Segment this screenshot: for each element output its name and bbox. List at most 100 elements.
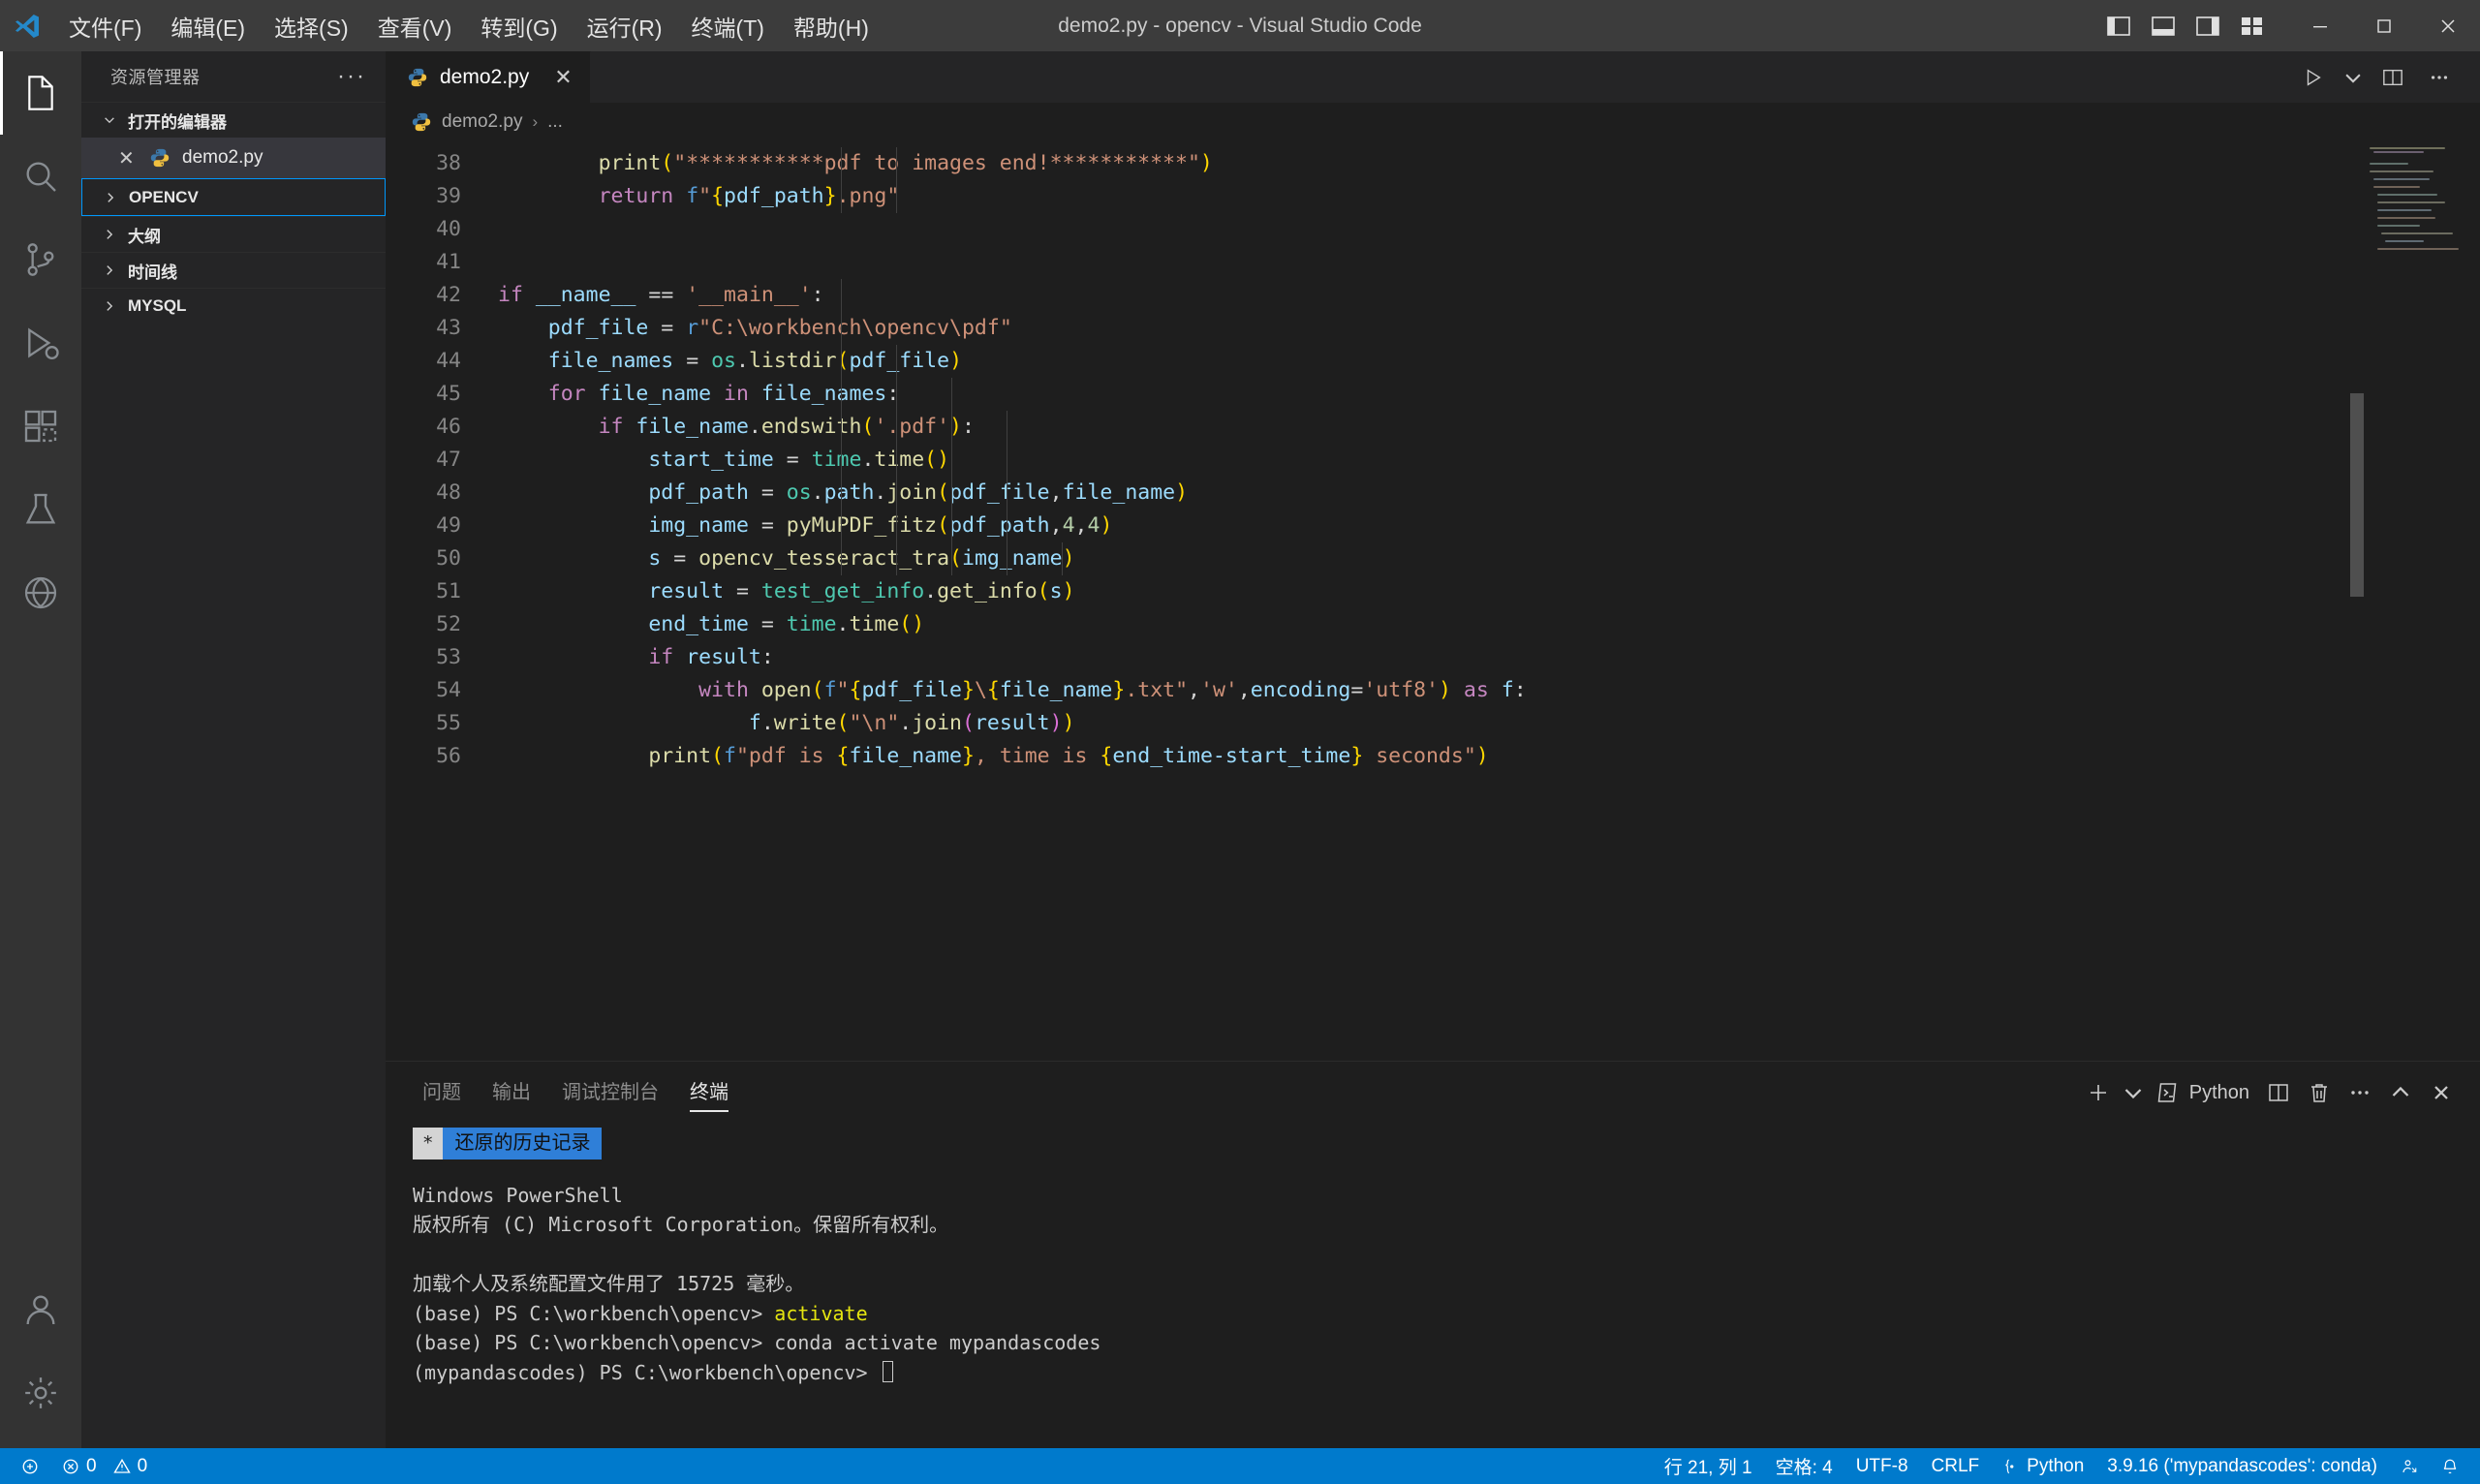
code-content[interactable]: 38 print("***********pdf to images end!*… xyxy=(386,141,2364,773)
menu-selection[interactable]: 选择(S) xyxy=(260,4,363,48)
restore-history-label[interactable]: 还原的历史记录 xyxy=(443,1128,603,1159)
more-actions-icon[interactable] xyxy=(2340,1073,2379,1112)
terminal-prompt: (mypandascodes) PS C:\workbench\opencv> xyxy=(413,1360,880,1384)
terminal-content[interactable]: * 还原的历史记录 Windows PowerShell 版权所有 (C) Mi… xyxy=(386,1112,2480,1448)
bottom-panel: 问题 输出 调试控制台 终端 Python * 还原的历史记录 Windows … xyxy=(386,1061,2480,1448)
vscode-window: 文件(F) 编辑(E) 选择(S) 查看(V) 转到(G) 运行(R) 终端(T… xyxy=(0,0,2480,1484)
indent-guide xyxy=(951,378,952,575)
sidebar-header: 资源管理器 ··· xyxy=(81,51,386,102)
activity-testing-beaker-icon[interactable] xyxy=(0,468,81,551)
sidebar-section-timeline[interactable]: 时间线 xyxy=(81,252,386,288)
panel-tab-output[interactable]: 输出 xyxy=(477,1076,546,1112)
menu-view[interactable]: 查看(V) xyxy=(363,4,467,48)
indent-guide xyxy=(1007,411,1008,575)
window-maximize-button[interactable] xyxy=(2352,0,2416,51)
sidebar-section-opencv[interactable]: OPENCV xyxy=(81,178,386,216)
panel-tab-problems[interactable]: 问题 xyxy=(407,1076,477,1112)
error-icon xyxy=(63,1459,78,1473)
code-editor[interactable]: 38 print("***********pdf to images end!*… xyxy=(386,141,2480,1061)
status-eol[interactable]: CRLF xyxy=(1920,1448,1992,1484)
toggle-panel-icon[interactable] xyxy=(2141,7,2186,46)
workbench-body: 资源管理器 ··· 打开的编辑器 ✕ demo2.py OPENCV 大纲 时间… xyxy=(0,51,2480,1448)
sidebar-more-actions-icon[interactable]: ··· xyxy=(337,63,366,90)
close-panel-icon[interactable] xyxy=(2422,1073,2461,1112)
minimap[interactable] xyxy=(2364,141,2480,1061)
trash-icon[interactable] xyxy=(2300,1073,2339,1112)
sidebar-section-outline[interactable]: 大纲 xyxy=(81,216,386,252)
status-problems[interactable]: 0 0 xyxy=(50,1448,159,1484)
sidebar-section-open-editors[interactable]: 打开的编辑器 xyxy=(81,102,386,138)
status-warning-count: 0 xyxy=(137,1455,148,1476)
status-python-interpreter[interactable]: 3.9.16 ('mypandascodes': conda) xyxy=(2095,1448,2389,1484)
breadcrumb-file[interactable]: demo2.py xyxy=(442,111,522,133)
close-icon[interactable]: ✕ xyxy=(118,146,138,170)
activity-run-debug-icon[interactable] xyxy=(0,301,81,385)
menu-bar: 文件(F) 编辑(E) 选择(S) 查看(V) 转到(G) 运行(R) 终端(T… xyxy=(54,4,884,48)
terminal-shell-selector[interactable]: Python xyxy=(2149,1073,2257,1112)
activity-explorer-icon[interactable] xyxy=(0,51,81,135)
tabs-filler xyxy=(590,51,2273,103)
activity-source-control-icon[interactable] xyxy=(0,218,81,301)
title-bar: 文件(F) 编辑(E) 选择(S) 查看(V) 转到(G) 运行(R) 终端(T… xyxy=(0,0,2480,51)
status-indentation[interactable]: 空格: 4 xyxy=(1764,1448,1844,1484)
menu-go[interactable]: 转到(G) xyxy=(466,4,572,48)
menu-edit[interactable]: 编辑(E) xyxy=(156,4,260,48)
activity-extensions-icon[interactable] xyxy=(0,385,81,468)
status-bar-right: 行 21, 列 1 空格: 4 UTF-8 CRLF Python 3.9.16… xyxy=(1653,1448,2480,1484)
title-bar-right xyxy=(2096,0,2480,51)
terminal-command: activate xyxy=(774,1301,868,1325)
terminal-line: 版权所有 (C) Microsoft Corporation。保留所有权利。 xyxy=(413,1213,949,1236)
sidebar-section-mysql[interactable]: MYSQL xyxy=(81,288,386,324)
new-terminal-icon[interactable] xyxy=(2079,1073,2118,1112)
split-terminal-icon[interactable] xyxy=(2259,1073,2298,1112)
restore-star-icon: * xyxy=(413,1128,444,1159)
maximize-panel-icon[interactable] xyxy=(2381,1073,2420,1112)
status-encoding[interactable]: UTF-8 xyxy=(1844,1448,1920,1484)
open-editor-label: demo2.py xyxy=(182,147,264,168)
editor-tabs-bar: demo2.py ✕ xyxy=(386,51,2480,103)
scrollbar-thumb[interactable] xyxy=(2350,393,2364,597)
menu-run[interactable]: 运行(R) xyxy=(573,4,677,48)
activity-bar-bottom xyxy=(0,1268,81,1448)
close-icon[interactable]: ✕ xyxy=(554,65,572,90)
more-actions-icon[interactable] xyxy=(2418,56,2461,99)
status-notifications-bell-icon[interactable] xyxy=(2430,1448,2470,1484)
toggle-primary-sidebar-icon[interactable] xyxy=(2096,7,2141,46)
window-close-button[interactable] xyxy=(2416,0,2480,51)
panel-tab-terminal[interactable]: 终端 xyxy=(674,1076,744,1112)
terminal-line-active-prompt[interactable]: (mypandascodes) PS C:\workbench\opencv> xyxy=(413,1358,2480,1388)
code-scroll-area[interactable]: 38 print("***********pdf to images end!*… xyxy=(386,141,2364,1061)
editor-tab-demo2[interactable]: demo2.py ✕ xyxy=(386,51,591,103)
status-language-mode[interactable]: Python xyxy=(1991,1448,2095,1484)
status-live-share[interactable] xyxy=(2389,1448,2430,1484)
run-python-file-icon[interactable] xyxy=(2292,56,2335,99)
python-icon xyxy=(149,147,170,169)
restore-history-chip[interactable]: * 还原的历史记录 xyxy=(413,1128,606,1159)
activity-chatgpt-icon[interactable] xyxy=(0,551,81,634)
customize-layout-icon[interactable] xyxy=(2230,7,2275,46)
menu-help[interactable]: 帮助(H) xyxy=(779,4,884,48)
breadcrumb-rest[interactable]: ... xyxy=(547,111,563,133)
activity-accounts-icon[interactable] xyxy=(0,1268,81,1351)
indent-guide xyxy=(841,147,842,213)
activity-search-icon[interactable] xyxy=(0,135,81,218)
terminal-shell-label: Python xyxy=(2188,1081,2249,1103)
status-cursor-position[interactable]: 行 21, 列 1 xyxy=(1653,1448,1764,1484)
python-icon xyxy=(407,67,428,88)
menu-terminal[interactable]: 终端(T) xyxy=(677,4,779,48)
panel-actions: Python xyxy=(2079,1073,2480,1112)
activity-settings-gear-icon[interactable] xyxy=(0,1351,81,1435)
menu-file[interactable]: 文件(F) xyxy=(54,4,156,48)
window-minimize-button[interactable] xyxy=(2288,0,2352,51)
editor-vertical-scrollbar[interactable] xyxy=(2350,141,2364,1061)
toggle-secondary-sidebar-icon[interactable] xyxy=(2186,7,2230,46)
panel-tab-debug-console[interactable]: 调试控制台 xyxy=(546,1076,674,1112)
split-editor-icon[interactable] xyxy=(2372,56,2414,99)
chevron-right-icon xyxy=(99,263,120,277)
indent-guide xyxy=(1062,542,1063,575)
open-editor-item-demo2[interactable]: ✕ demo2.py xyxy=(81,138,386,178)
chevron-down-icon[interactable] xyxy=(2339,56,2368,99)
status-remote-indicator[interactable] xyxy=(10,1448,50,1484)
chevron-down-icon[interactable] xyxy=(2120,1073,2147,1112)
breadcrumb-separator: › xyxy=(532,112,539,131)
